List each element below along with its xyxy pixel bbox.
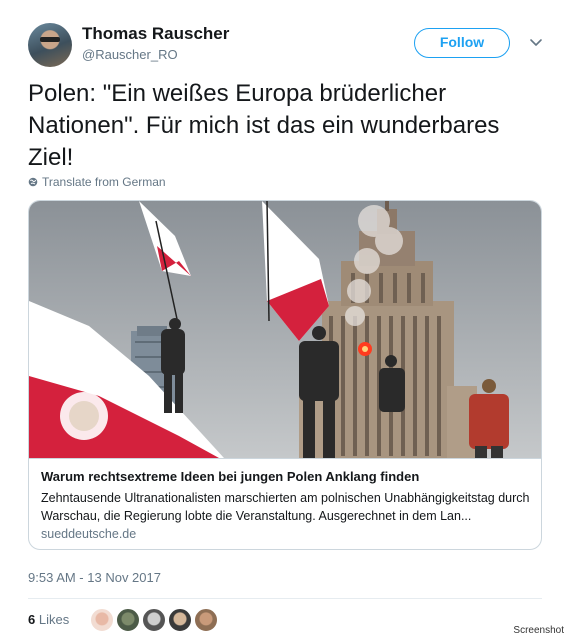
likes-count[interactable]: 6 Likes [28,612,69,627]
likes-number: 6 [28,612,36,627]
user-handle[interactable]: @Rauscher_RO [82,47,178,62]
card-title[interactable]: Warum rechtsextreme Ideen bei jungen Pol… [41,469,419,484]
card-description: Zehntausende Ultranationalisten marschie… [41,491,530,523]
follow-button[interactable]: Follow [414,28,510,58]
watermark: Screenshot [513,625,564,636]
chevron-down-icon[interactable] [528,34,544,50]
like-avatar[interactable] [90,608,114,632]
translate-link[interactable]: Translate from German [28,175,166,189]
card-body[interactable]: Warum rechtsextreme Ideen bei jungen Pol… [29,458,541,549]
tweet-timestamp[interactable]: 9:53 AM - 13 Nov 2017 [28,570,161,585]
card-image[interactable] [29,201,541,458]
globe-icon [28,177,38,187]
user-avatar[interactable] [28,23,72,67]
card-domain: sueddeutsche.de [41,527,137,541]
link-card[interactable]: Warum rechtsextreme Ideen bei jungen Pol… [28,200,542,550]
like-avatar[interactable] [142,608,166,632]
tweet-text: Polen: "Ein weißes Europa brüderlicher N… [28,80,500,171]
tweet-header: Thomas Rauscher @Rauscher_RO Follow [28,20,548,70]
user-name[interactable]: Thomas Rauscher [82,24,229,44]
likes-label: Likes [38,612,70,627]
divider [28,598,542,599]
translate-label[interactable]: Translate from German [42,175,166,189]
like-avatar[interactable] [194,608,218,632]
like-avatar[interactable] [168,608,192,632]
like-avatar[interactable] [116,608,140,632]
